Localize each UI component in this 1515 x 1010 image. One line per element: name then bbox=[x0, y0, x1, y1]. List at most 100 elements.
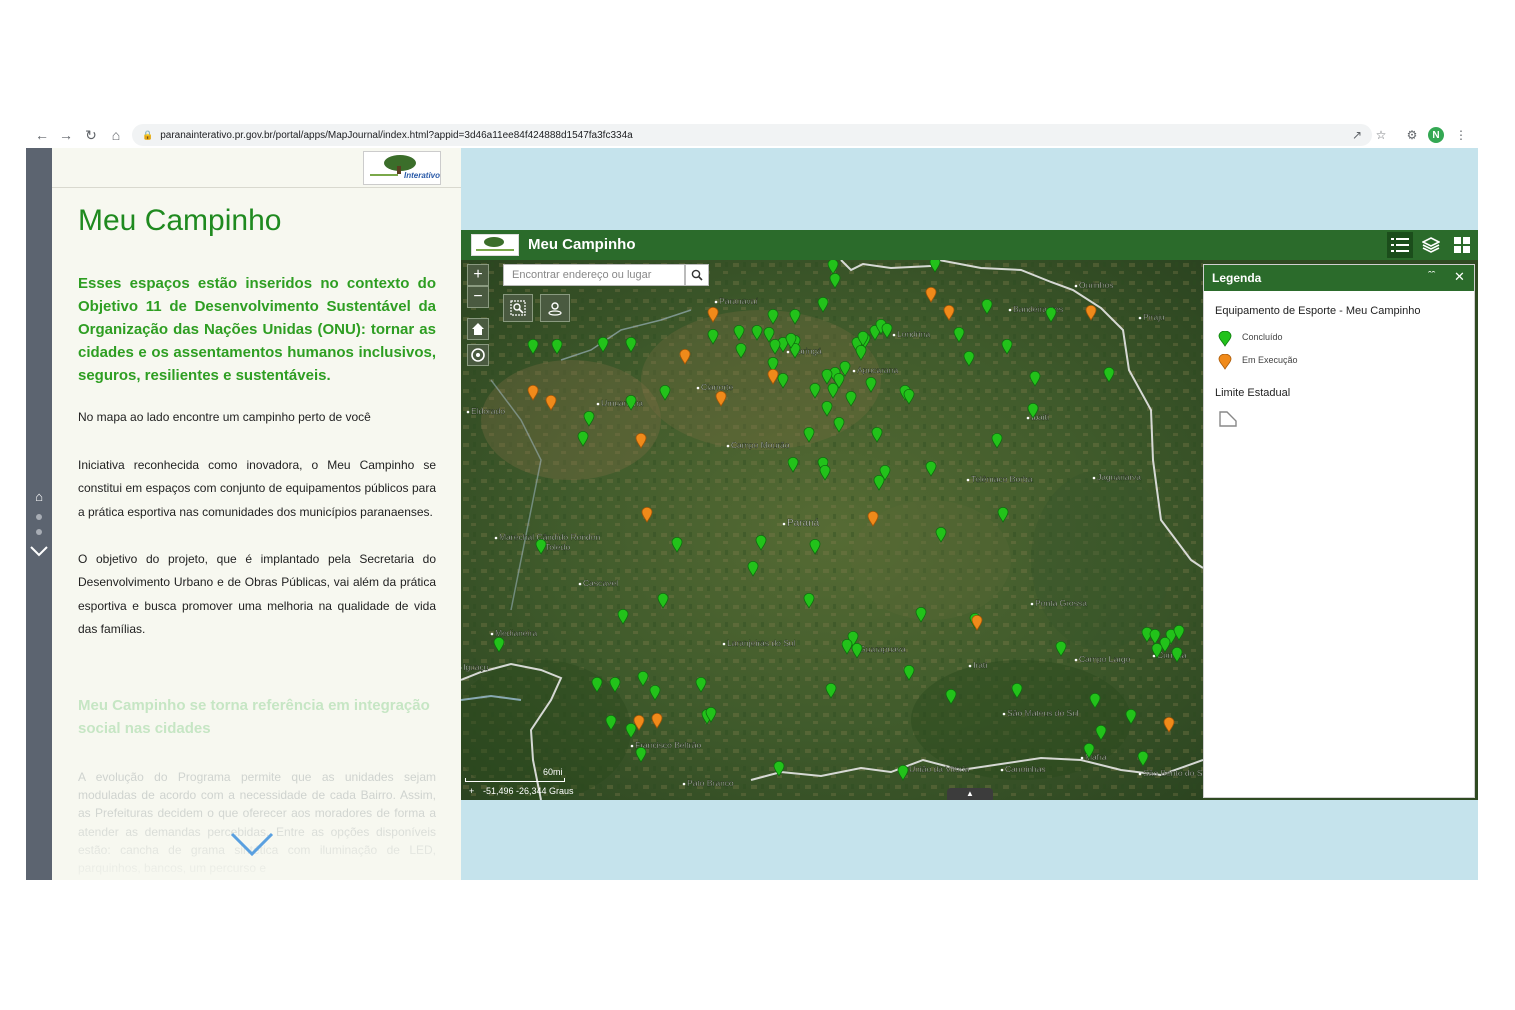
legend-item-em-execucao: Em Execução bbox=[1218, 353, 1298, 370]
city-label: Medianeira bbox=[495, 628, 537, 638]
city-dot bbox=[968, 664, 972, 668]
section-title: Meu Campinho se torna referência em inte… bbox=[78, 697, 430, 737]
basemap-gallery-icon[interactable] bbox=[1449, 232, 1475, 258]
city-dot bbox=[1092, 476, 1096, 480]
legend-layer-title: Limite Estadual bbox=[1215, 387, 1291, 399]
close-icon[interactable]: ✕ bbox=[1454, 269, 1468, 285]
city-dot bbox=[696, 386, 700, 390]
profile-button[interactable]: N bbox=[1425, 124, 1447, 146]
nav-home-icon[interactable]: ⌂ bbox=[32, 490, 46, 504]
city-label: Irati bbox=[973, 660, 987, 670]
bookmark-star-icon[interactable]: ☆ bbox=[1370, 124, 1392, 146]
city-dot bbox=[722, 642, 726, 646]
legend-label: Concluído bbox=[1242, 332, 1283, 342]
city-label: Campo Mourão bbox=[731, 440, 790, 450]
share-icon[interactable]: ↗ bbox=[1346, 124, 1368, 146]
city-dot bbox=[1074, 658, 1078, 662]
city-label: Eldorado bbox=[471, 406, 505, 416]
map-logo bbox=[471, 234, 519, 256]
more-menu-icon[interactable]: ⋮ bbox=[1450, 124, 1472, 146]
browser-toolbar: ← → ↻ ⌂ 🔒 paranainterativo.pr.gov.br/por… bbox=[26, 122, 1478, 148]
city-dot bbox=[466, 410, 470, 414]
city-dot bbox=[1002, 712, 1006, 716]
collapse-icon[interactable]: ˆˆ bbox=[1428, 270, 1442, 286]
parana-interativo-logo[interactable]: Interativo bbox=[363, 151, 441, 185]
section-navigation: ⌂ bbox=[26, 148, 52, 880]
scale-bar bbox=[465, 778, 565, 782]
city-dot bbox=[682, 782, 686, 786]
map-app: Meu Campinho Ourinhos Bandeirantes Paran… bbox=[461, 230, 1478, 800]
location-filter-icon[interactable] bbox=[540, 294, 570, 322]
city-label: Umuarama bbox=[601, 398, 643, 408]
city-dot bbox=[1074, 284, 1078, 288]
layers-icon[interactable] bbox=[1418, 232, 1444, 258]
address-bar[interactable]: 🔒 paranainterativo.pr.gov.br/portal/apps… bbox=[132, 124, 1372, 146]
zoom-in-button[interactable]: + bbox=[467, 264, 489, 286]
nav-dot[interactable] bbox=[36, 514, 42, 520]
city-label: Paranavaí bbox=[719, 296, 758, 306]
city-label: Pato Branco bbox=[687, 778, 734, 788]
search-input[interactable]: Encontrar endereço ou lugar bbox=[503, 264, 685, 286]
city-dot bbox=[1138, 316, 1142, 320]
reload-icon[interactable]: ↻ bbox=[79, 123, 103, 147]
city-label: Iguaçu bbox=[463, 662, 489, 672]
city-dot bbox=[786, 350, 790, 354]
city-label: Francisco Beltrão bbox=[635, 740, 701, 750]
extensions-icon[interactable]: ⚙ bbox=[1401, 124, 1423, 146]
city-dot bbox=[1080, 756, 1084, 760]
lead-paragraph: Esses espaços estão inseridos no context… bbox=[78, 275, 436, 384]
legend-header: Legenda ˆˆ ✕ bbox=[1204, 265, 1474, 291]
city-dot bbox=[1138, 772, 1142, 776]
city-label: Londrina bbox=[897, 329, 930, 339]
map-journal-page: ⌂ Interativo Meu Campinho Esses espaços … bbox=[26, 148, 1478, 880]
city-label: Marechal Cândido Rondon bbox=[499, 532, 600, 542]
city-dot bbox=[578, 582, 582, 586]
city-label: Ourinhos bbox=[1079, 280, 1114, 290]
map-canvas[interactable]: Ourinhos Bandeirantes Paranavaí Piraju Londr… bbox=[461, 260, 1203, 800]
avatar: N bbox=[1428, 127, 1444, 143]
city-label: Telêmaco Borba bbox=[971, 474, 1033, 484]
city-dot bbox=[852, 369, 856, 373]
scroll-down-chevron-icon[interactable] bbox=[228, 830, 276, 858]
city-label: Paraná bbox=[787, 518, 820, 529]
nav-dot[interactable] bbox=[36, 529, 42, 535]
zoom-out-button[interactable]: − bbox=[467, 286, 489, 308]
legend-layer-title: Equipamento de Esporte - Meu Campinho bbox=[1215, 305, 1421, 317]
city-dot bbox=[966, 478, 970, 482]
city-label: Campo Largo bbox=[1079, 654, 1131, 664]
body-paragraph: O objetivo do projeto, que é implantado … bbox=[78, 552, 436, 637]
satellite-map[interactable]: OurinhosBandeirantesParanavaíPirajuLondr… bbox=[461, 260, 1203, 800]
legend-title: Legenda bbox=[1212, 271, 1262, 285]
city-label: União da Vitória bbox=[909, 764, 970, 774]
lock-icon: 🔒 bbox=[142, 129, 154, 140]
city-dot bbox=[494, 536, 498, 540]
back-icon[interactable]: ← bbox=[30, 123, 54, 147]
city-dot bbox=[782, 522, 786, 526]
nav-down-chevron-icon[interactable] bbox=[29, 544, 49, 558]
url-text: paranainterativo.pr.gov.br/portal/apps/M… bbox=[160, 129, 633, 141]
city-dot bbox=[1008, 308, 1012, 312]
map-title: Meu Campinho bbox=[528, 236, 636, 253]
city-label: Ponta Grossa bbox=[1035, 598, 1087, 608]
city-dot bbox=[596, 402, 600, 406]
forward-icon[interactable]: → bbox=[54, 123, 78, 147]
expand-tab-icon[interactable]: ▲ bbox=[947, 788, 993, 800]
legend-list-icon[interactable] bbox=[1387, 232, 1413, 258]
home-icon[interactable]: ⌂ bbox=[104, 123, 128, 147]
city-label: Cianorte bbox=[701, 382, 733, 392]
city-dot bbox=[1026, 416, 1030, 420]
search-area-icon[interactable] bbox=[503, 294, 533, 322]
locate-icon[interactable] bbox=[467, 344, 489, 366]
orange-pin-icon bbox=[1218, 353, 1232, 370]
legend-label: Em Execução bbox=[1242, 355, 1298, 365]
polygon-outline-icon bbox=[1219, 411, 1237, 427]
search-icon[interactable] bbox=[685, 264, 709, 286]
default-extent-button[interactable] bbox=[467, 318, 489, 340]
svg-text:Interativo: Interativo bbox=[404, 171, 440, 180]
map-header: Meu Campinho bbox=[461, 230, 1478, 260]
city-dot bbox=[1000, 768, 1004, 772]
city-dot bbox=[490, 632, 494, 636]
screen: ← → ↻ ⌂ 🔒 paranainterativo.pr.gov.br/por… bbox=[0, 0, 1515, 1010]
green-pin-icon bbox=[1218, 330, 1232, 347]
city-dot bbox=[1030, 602, 1034, 606]
